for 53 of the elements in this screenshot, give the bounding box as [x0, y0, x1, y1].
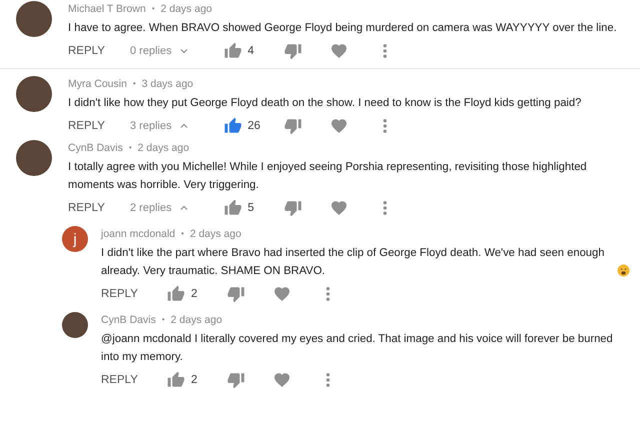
comment-text: I didn't like how they put George Floyd death on the show. I need to know is the Floyd kids getting paid?	[68, 96, 582, 111]
reply-button[interactable]: REPLY	[68, 45, 130, 57]
thumbs-up-icon[interactable]	[224, 199, 242, 217]
thumbs-down-icon[interactable]	[284, 199, 302, 217]
timestamp[interactable]: 3 days ago	[142, 78, 194, 90]
like-count: 2	[191, 288, 198, 300]
thumbs-down-icon[interactable]	[227, 371, 245, 389]
author-name[interactable]: Michael T Brown	[68, 2, 146, 14]
reply-button[interactable]: REPLY	[101, 374, 167, 386]
author-name[interactable]: Myra Cousin	[68, 78, 127, 90]
comment-text: @joann mcdonald I literally covered my eyes and cried. That image and his voice will forever be burned into my memory.	[101, 332, 614, 365]
reply-button[interactable]: REPLY	[68, 202, 130, 214]
thumbs-down-icon[interactable]	[227, 285, 245, 303]
avatar-photo-placeholder	[16, 1, 52, 37]
timestamp[interactable]: 2 days ago	[190, 228, 242, 240]
avatar-photo-placeholder	[62, 312, 88, 338]
like-count: 4	[248, 45, 254, 57]
like-count: 26	[248, 120, 260, 132]
heart-icon[interactable]	[330, 42, 348, 60]
heart-icon[interactable]	[330, 117, 348, 135]
author-name[interactable]: joann mcdonald	[101, 228, 176, 240]
separator-dot: •	[181, 229, 184, 238]
replies-toggle[interactable]: 0 replies	[130, 45, 190, 57]
thumbs-up-icon[interactable]	[224, 117, 242, 135]
comment-text: I have to agree. When BRAVO showed George Floyd being murdered on camera was WAYYYYY over the line.	[68, 21, 617, 36]
avatar: j	[62, 226, 88, 252]
timestamp[interactable]: 2 days ago	[160, 2, 212, 14]
reply-button[interactable]: REPLY	[101, 288, 167, 300]
heart-icon[interactable]	[273, 285, 291, 303]
replies-toggle[interactable]: 2 replies	[130, 202, 190, 214]
thumbs-down-icon[interactable]	[284, 42, 302, 60]
avatar-photo-placeholder	[16, 76, 52, 112]
thumbs-down-icon[interactable]	[284, 117, 302, 135]
author-name[interactable]: CynB Davis	[68, 142, 123, 154]
separator-dot: •	[152, 4, 155, 13]
like-count: 2	[191, 374, 198, 386]
separator-dot: •	[132, 79, 136, 88]
heart-icon[interactable]	[273, 371, 291, 389]
separator-dot: •	[162, 315, 165, 324]
thumbs-up-icon[interactable]	[224, 42, 242, 60]
timestamp[interactable]: 2 days ago	[170, 314, 222, 326]
like-count: 5	[248, 202, 254, 214]
reply-button[interactable]: REPLY	[68, 120, 130, 132]
separator-dot: •	[128, 143, 132, 152]
thumbs-up-icon[interactable]	[167, 285, 185, 303]
author-name[interactable]: CynB Davis	[101, 314, 156, 326]
comment-text: I totally agree with you Michelle! While I enjoyed seeing Porshia representing, revisiting those highlighted moments was horrible. Very triggering.	[68, 160, 588, 193]
replies-toggle[interactable]: 3 replies	[130, 120, 190, 132]
comment-text: I didn't like the part where Bravo had inserted the clip of George Floyd death. We've had seen enough already. Very traumatic. SHAME ON BRAVO.	[101, 246, 606, 279]
timestamp[interactable]: 2 days ago	[138, 142, 190, 154]
thumbs-up-icon[interactable]	[167, 371, 185, 389]
heart-icon[interactable]	[330, 199, 348, 217]
avatar-photo-placeholder	[16, 140, 52, 176]
